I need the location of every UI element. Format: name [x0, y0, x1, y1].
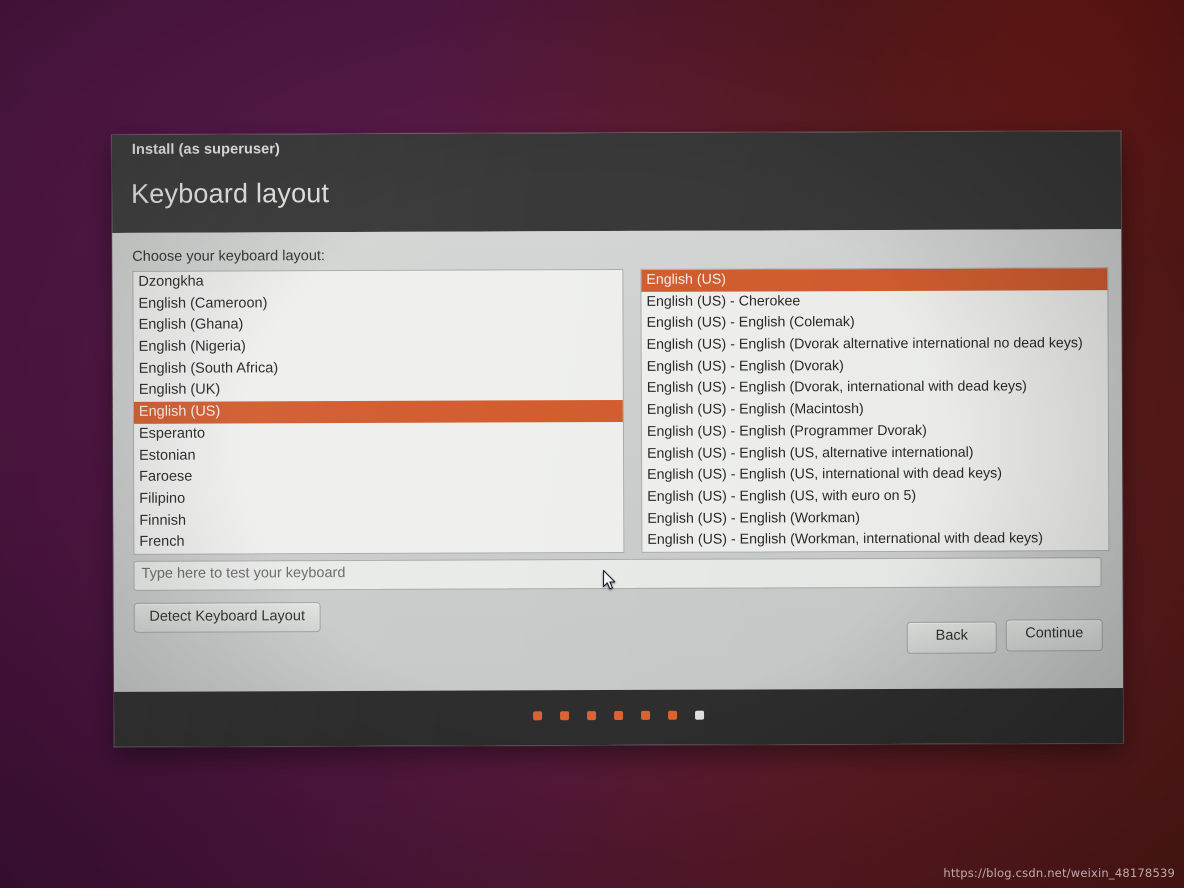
list-item[interactable]: Estonian: [134, 443, 623, 467]
progress-dot: [560, 711, 570, 721]
list-item[interactable]: Dzongkha: [133, 270, 622, 294]
list-item[interactable]: Esperanto: [134, 422, 623, 446]
progress-dot: [641, 710, 651, 720]
keyboard-test-placeholder: Type here to test your keyboard: [141, 565, 346, 582]
csdn-watermark: https://blog.csdn.net/weixin_48178539: [943, 866, 1175, 880]
continue-button[interactable]: Continue: [1005, 619, 1103, 652]
detect-keyboard-layout-button[interactable]: Detect Keyboard Layout: [133, 602, 321, 633]
choose-layout-label: Choose your keyboard layout:: [132, 248, 325, 265]
list-item[interactable]: Faroese: [134, 465, 623, 489]
progress-dot: [587, 711, 597, 721]
list-item[interactable]: English (South Africa): [134, 357, 623, 381]
ubuntu-installer-window: Install (as superuser) Keyboard layout C…: [111, 131, 1124, 747]
list-item[interactable]: English (US) - Cherokee: [641, 290, 1107, 313]
progress-dot: [614, 710, 624, 721]
list-item[interactable]: English (US) - English (Colemak): [642, 311, 1108, 334]
page-title: Keyboard layout: [130, 178, 330, 209]
list-item[interactable]: Finnish: [134, 509, 623, 533]
list-item[interactable]: English (US): [133, 400, 623, 424]
list-item[interactable]: English (US) - English (US, internationa…: [642, 463, 1108, 486]
list-item[interactable]: English (US) - English (Workman, interna…: [642, 528, 1108, 551]
list-item[interactable]: English (US): [641, 268, 1108, 292]
progress-dot: [668, 710, 678, 720]
list-item[interactable]: English (UK): [134, 378, 623, 402]
progress-dot-current: [695, 710, 705, 720]
list-item[interactable]: French: [134, 530, 623, 554]
keyboard-test-input[interactable]: Type here to test your keyboard: [133, 557, 1102, 591]
list-item[interactable]: English (Cameroon): [133, 292, 622, 316]
list-item[interactable]: English (US) - English (Workman): [642, 507, 1108, 530]
window-footer: [113, 688, 1124, 747]
back-button[interactable]: Back: [906, 621, 997, 654]
progress-dots: [114, 709, 1123, 722]
list-item[interactable]: English (US) - English (Dvorak alternati…: [642, 333, 1108, 356]
window-content: Choose your keyboard layout: Dzongkha Eng…: [112, 229, 1123, 692]
list-item[interactable]: English (US) - English (Programmer Dvora…: [642, 420, 1108, 443]
list-item[interactable]: English (Ghana): [134, 313, 623, 337]
progress-dot: [533, 711, 543, 721]
keyboard-layout-list[interactable]: Dzongkha English (Cameroon) English (Ghana…: [132, 268, 625, 555]
list-item[interactable]: English (US) - English (US, alternative …: [642, 442, 1108, 465]
list-item[interactable]: English (US) - English (Macintosh): [642, 398, 1108, 421]
keyboard-variant-list[interactable]: English (US) English (US) - Cherokee Engli…: [640, 267, 1110, 553]
window-title: Install (as superuser): [131, 141, 280, 158]
list-item[interactable]: English (US) - English (Dvorak): [642, 355, 1108, 378]
window-titlebar: Install (as superuser) Keyboard layout: [111, 131, 1122, 233]
list-item[interactable]: English (Nigeria): [134, 335, 623, 359]
list-item[interactable]: English (US) - English (US, with euro on…: [642, 485, 1108, 508]
list-item[interactable]: English (US) - English (Dvorak, internat…: [642, 377, 1108, 400]
list-item[interactable]: Filipino: [134, 487, 623, 511]
